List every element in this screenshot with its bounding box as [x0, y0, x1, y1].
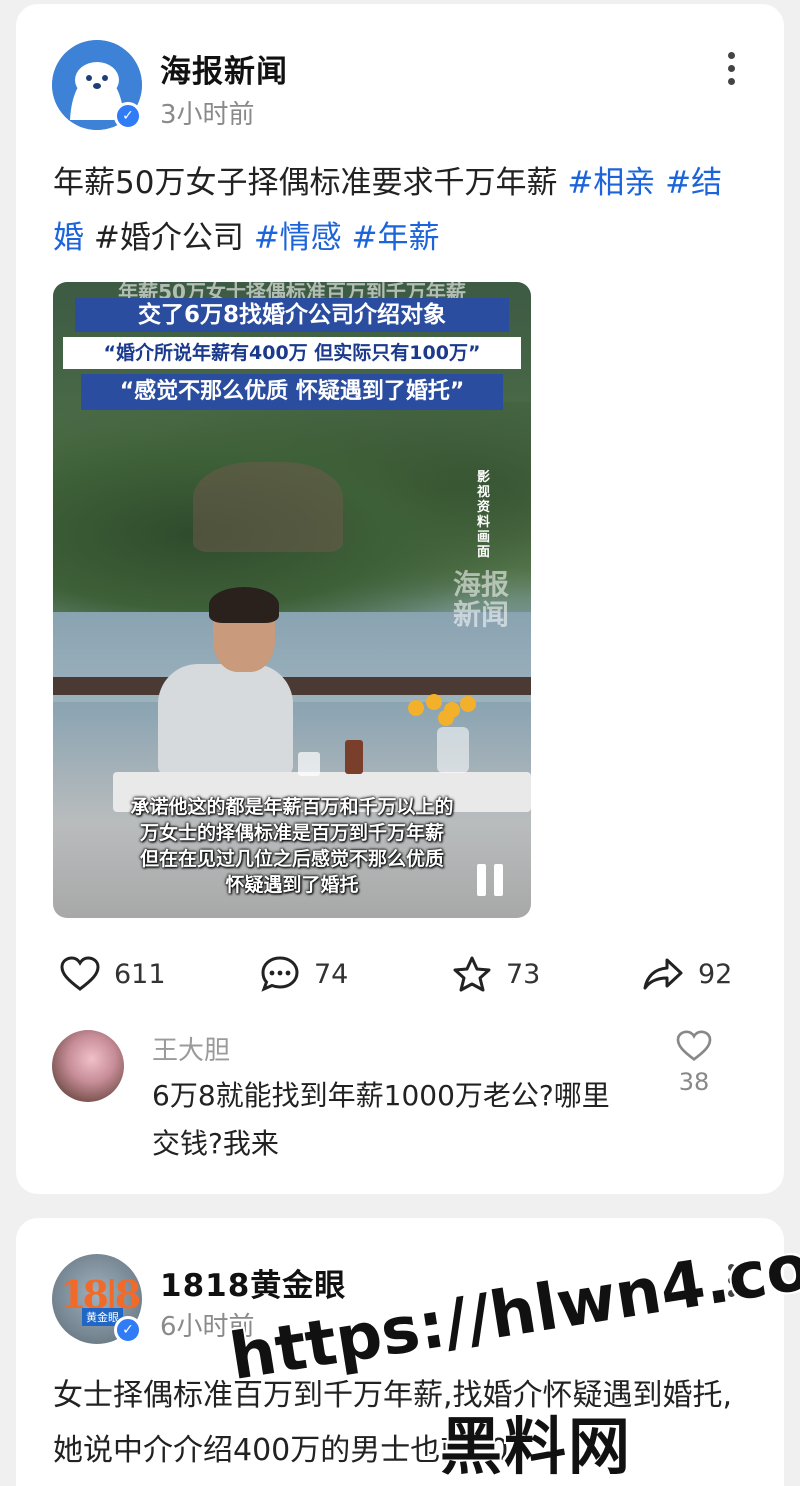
share-button[interactable]: 92 — [642, 954, 732, 994]
star-icon — [453, 956, 491, 992]
video-watermark: 海报新闻 — [453, 568, 510, 631]
video-subtitle: 怀疑遇到了婚托 — [225, 874, 359, 896]
hashtag-link[interactable]: #相亲 — [567, 165, 655, 201]
video-player[interactable]: 年薪50万女士择偶标准百万到千万年薪 交了6万8找婚介公司介绍对象 “婚介所说年… — [53, 282, 531, 918]
post-text-body: 年薪50万女子择偶标准要求千万年薪 — [53, 165, 568, 201]
favorite-count: 73 — [506, 958, 541, 990]
hashtag-plain[interactable]: #婚介公司 — [94, 220, 244, 256]
commenter-avatar[interactable] — [52, 1030, 124, 1102]
video-headline-3: “感觉不那么优质 怀疑遇到了婚托” — [81, 374, 503, 410]
comment-text: 6万8就能找到年薪1000万老公?哪里交钱?我来 — [152, 1079, 610, 1160]
share-arrow-icon — [643, 958, 683, 990]
post-text: 女士择偶标准百万到千万年薪,找婚介怀疑遇到婚托,她说中介介绍400万的男士也就1… — [53, 1378, 733, 1468]
post-card[interactable]: ✓ 海报新闻 3小时前 年薪50万女子择偶标准要求千万年薪 #相亲 #结婚 #婚… — [16, 4, 784, 1194]
video-headline-1: 交了6万8找婚介公司介绍对象 — [75, 298, 509, 332]
comment-count: 74 — [314, 958, 349, 990]
comment-icon — [261, 956, 299, 992]
favorite-button[interactable]: 73 — [452, 954, 540, 994]
author-name[interactable]: 1818黄金眼 — [160, 1260, 346, 1305]
verified-icon: ✓ — [114, 102, 142, 130]
video-subtitle: 但在在见过几位之后感觉不那么优质 — [139, 848, 444, 870]
more-options-icon[interactable] — [728, 52, 736, 91]
video-headline-2: “婚介所说年薪有400万 但实际只有100万” — [63, 337, 521, 369]
hashtag-link[interactable]: #情感 — [254, 220, 342, 256]
like-count: 611 — [114, 958, 166, 990]
pause-icon[interactable] — [477, 864, 505, 896]
person — [158, 664, 293, 776]
post-text: 年薪50万女子择偶标准要求千万年薪 #相亲 #结婚 #婚介公司 #情感 #年薪 — [53, 156, 753, 266]
comment-like-count: 38 — [678, 1068, 710, 1096]
video-side-label: 影视资料画面 — [477, 470, 491, 560]
comment-like-button[interactable]: 38 — [674, 1030, 714, 1096]
video-subtitle: 万女士的择偶标准是百万到千万年薪 — [139, 822, 444, 844]
hashtag-link[interactable]: #年薪 — [352, 220, 440, 256]
post-time: 3小时前 — [160, 100, 255, 130]
flowers — [408, 694, 488, 726]
comment-button[interactable]: 74 — [260, 954, 348, 994]
share-count: 92 — [698, 958, 733, 990]
commenter-name[interactable]: 王大胆 — [152, 1030, 230, 1067]
heart-icon — [60, 956, 100, 991]
overlay-watermark-site: 黑料网 — [440, 1410, 633, 1483]
heart-icon — [676, 1030, 712, 1062]
verified-icon: ✓ — [114, 1316, 142, 1344]
video-subtitle: 承诺他这的都是年薪百万和千万以上的 — [130, 796, 454, 818]
like-button[interactable]: 611 — [60, 954, 166, 994]
author-name[interactable]: 海报新闻 — [160, 46, 288, 91]
